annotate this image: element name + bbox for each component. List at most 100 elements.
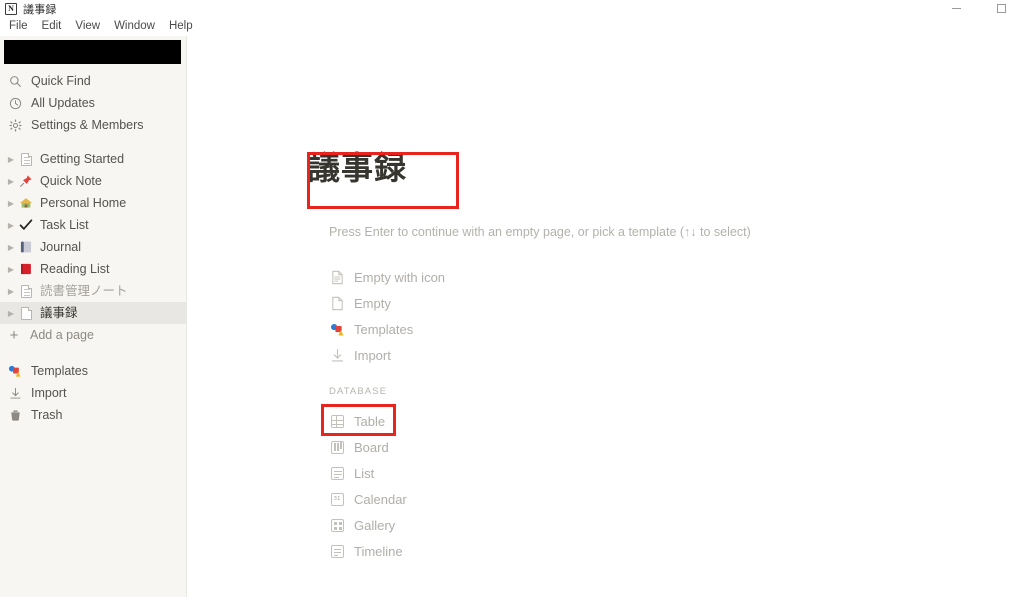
maximize-button[interactable] <box>979 0 1024 17</box>
option-label: Calendar <box>354 491 407 507</box>
add-a-page-label: Add a page <box>30 328 94 342</box>
main-content: 議事録 Press Enter to continue with an empt… <box>188 36 1024 597</box>
sidebar-page-label: Personal Home <box>40 195 127 210</box>
window-controls <box>934 0 1024 17</box>
option-empty-with-icon[interactable]: Empty with icon <box>328 264 445 290</box>
sidebar-page-label: Task List <box>40 217 89 232</box>
sidebar-page-getting-started[interactable]: ▶ Getting Started <box>0 148 186 170</box>
house-icon <box>18 195 34 211</box>
title-bar-left: N 議事録 <box>0 1 57 17</box>
timeline-icon <box>328 542 346 560</box>
sidebar-item-label: Quick Find <box>31 73 91 88</box>
option-list[interactable]: List <box>328 460 407 486</box>
sidebar-item-all-updates[interactable]: All Updates <box>0 92 186 114</box>
trash-icon <box>7 407 23 423</box>
template-hint-text: Press Enter to continue with an empty pa… <box>329 225 751 239</box>
option-board[interactable]: Board <box>328 434 407 460</box>
pin-icon <box>18 173 34 189</box>
option-empty[interactable]: Empty <box>328 290 445 316</box>
search-icon <box>7 73 23 89</box>
option-label: Import <box>354 347 391 363</box>
sidebar-page-personal-home[interactable]: ▶ Personal Home <box>0 192 186 214</box>
option-calendar[interactable]: 31 Calendar <box>328 486 407 512</box>
sidebar-pages-section: ▶ Getting Started ▶ Quick Note ▶ Persona… <box>0 136 186 346</box>
minimize-icon <box>952 8 961 9</box>
menu-item-window[interactable]: Window <box>107 17 162 36</box>
add-a-page-button[interactable]: + Add a page <box>0 324 186 346</box>
option-label: Timeline <box>354 543 403 559</box>
page-title[interactable]: 議事録 <box>308 149 407 187</box>
sidebar-page-journal[interactable]: ▶ Journal <box>0 236 186 258</box>
chevron-right-icon[interactable]: ▶ <box>4 243 18 252</box>
option-import[interactable]: Import <box>328 342 445 368</box>
list-icon <box>328 464 346 482</box>
sidebar-item-trash[interactable]: Trash <box>0 404 186 426</box>
calendar-day-number: 31 <box>333 495 341 502</box>
chevron-right-icon[interactable]: ▶ <box>4 221 18 230</box>
table-icon <box>328 412 346 430</box>
notion-app-icon: N <box>5 2 17 15</box>
sidebar-page-label: Getting Started <box>40 151 125 166</box>
check-icon <box>18 217 34 233</box>
templates-icon <box>7 363 23 379</box>
option-label: Empty <box>354 295 391 311</box>
sidebar-item-settings-members[interactable]: Settings & Members <box>0 114 186 136</box>
option-label: List <box>354 465 375 481</box>
doc-blank-icon <box>328 294 346 312</box>
page-title-wrap: 議事録 <box>308 149 407 187</box>
sidebar-item-quick-find[interactable]: Quick Find <box>0 70 186 92</box>
import-icon <box>7 385 23 401</box>
sidebar-item-label: Templates <box>31 363 88 378</box>
option-label: Templates <box>354 321 414 337</box>
sidebar-page-dokusho-kanri-note[interactable]: ▶ 読書管理ノート <box>0 280 186 302</box>
sidebar-bottom-section: Templates Import Trash <box>0 346 186 426</box>
menu-bar: File Edit View Window Help <box>0 17 1024 36</box>
sidebar-page-label: Reading List <box>40 261 110 276</box>
sidebar-page-label: Quick Note <box>40 173 102 188</box>
template-options-list: Empty with icon Empty Templates Import <box>328 264 445 368</box>
menu-item-file[interactable]: File <box>2 17 35 36</box>
chevron-right-icon[interactable]: ▶ <box>4 309 18 318</box>
gear-icon <box>7 117 23 133</box>
notebook-icon <box>18 239 34 255</box>
menu-item-help[interactable]: Help <box>162 17 200 36</box>
sidebar-page-gijiroku[interactable]: ▶ 議事録 <box>0 302 186 324</box>
menu-item-edit[interactable]: Edit <box>35 17 69 36</box>
sidebar-page-reading-list[interactable]: ▶ Reading List <box>0 258 186 280</box>
minimize-button[interactable] <box>934 0 979 17</box>
menu-item-view[interactable]: View <box>68 17 107 36</box>
sidebar: Quick Find All Updates Settings & Member… <box>0 36 187 597</box>
sidebar-page-task-list[interactable]: ▶ Task List <box>0 214 186 236</box>
sidebar-page-label: 議事録 <box>40 305 78 320</box>
title-bar: N 議事録 <box>0 0 1024 17</box>
chevron-right-icon[interactable]: ▶ <box>4 265 18 274</box>
sidebar-item-label: Settings & Members <box>31 117 144 132</box>
database-options-list: Table Board List 31 Calendar Gallery Tim… <box>328 408 407 564</box>
option-label: Gallery <box>354 517 396 533</box>
sidebar-item-label: Trash <box>31 407 63 422</box>
templates-color-icon <box>328 320 346 338</box>
sidebar-page-label: Journal <box>40 239 81 254</box>
sidebar-item-templates[interactable]: Templates <box>0 360 186 382</box>
option-label: Table <box>354 413 386 429</box>
option-table[interactable]: Table <box>328 408 407 434</box>
sidebar-page-label: 読書管理ノート <box>40 283 128 298</box>
gallery-icon <box>328 516 346 534</box>
option-label: Empty with icon <box>354 269 446 285</box>
doc-icon <box>18 283 34 299</box>
chevron-right-icon[interactable]: ▶ <box>4 199 18 208</box>
option-templates[interactable]: Templates <box>328 316 445 342</box>
doc-lines-icon <box>328 268 346 286</box>
chevron-right-icon[interactable]: ▶ <box>4 177 18 186</box>
workspace-switcher-redacted[interactable] <box>4 40 181 64</box>
option-gallery[interactable]: Gallery <box>328 512 407 538</box>
calendar-icon: 31 <box>328 490 346 508</box>
doc-icon <box>18 305 34 321</box>
import-arrow-icon <box>328 346 346 364</box>
sidebar-item-import[interactable]: Import <box>0 382 186 404</box>
option-timeline[interactable]: Timeline <box>328 538 407 564</box>
sidebar-page-quick-note[interactable]: ▶ Quick Note <box>0 170 186 192</box>
maximize-icon <box>997 4 1006 13</box>
chevron-right-icon[interactable]: ▶ <box>4 155 18 164</box>
chevron-right-icon[interactable]: ▶ <box>4 287 18 296</box>
